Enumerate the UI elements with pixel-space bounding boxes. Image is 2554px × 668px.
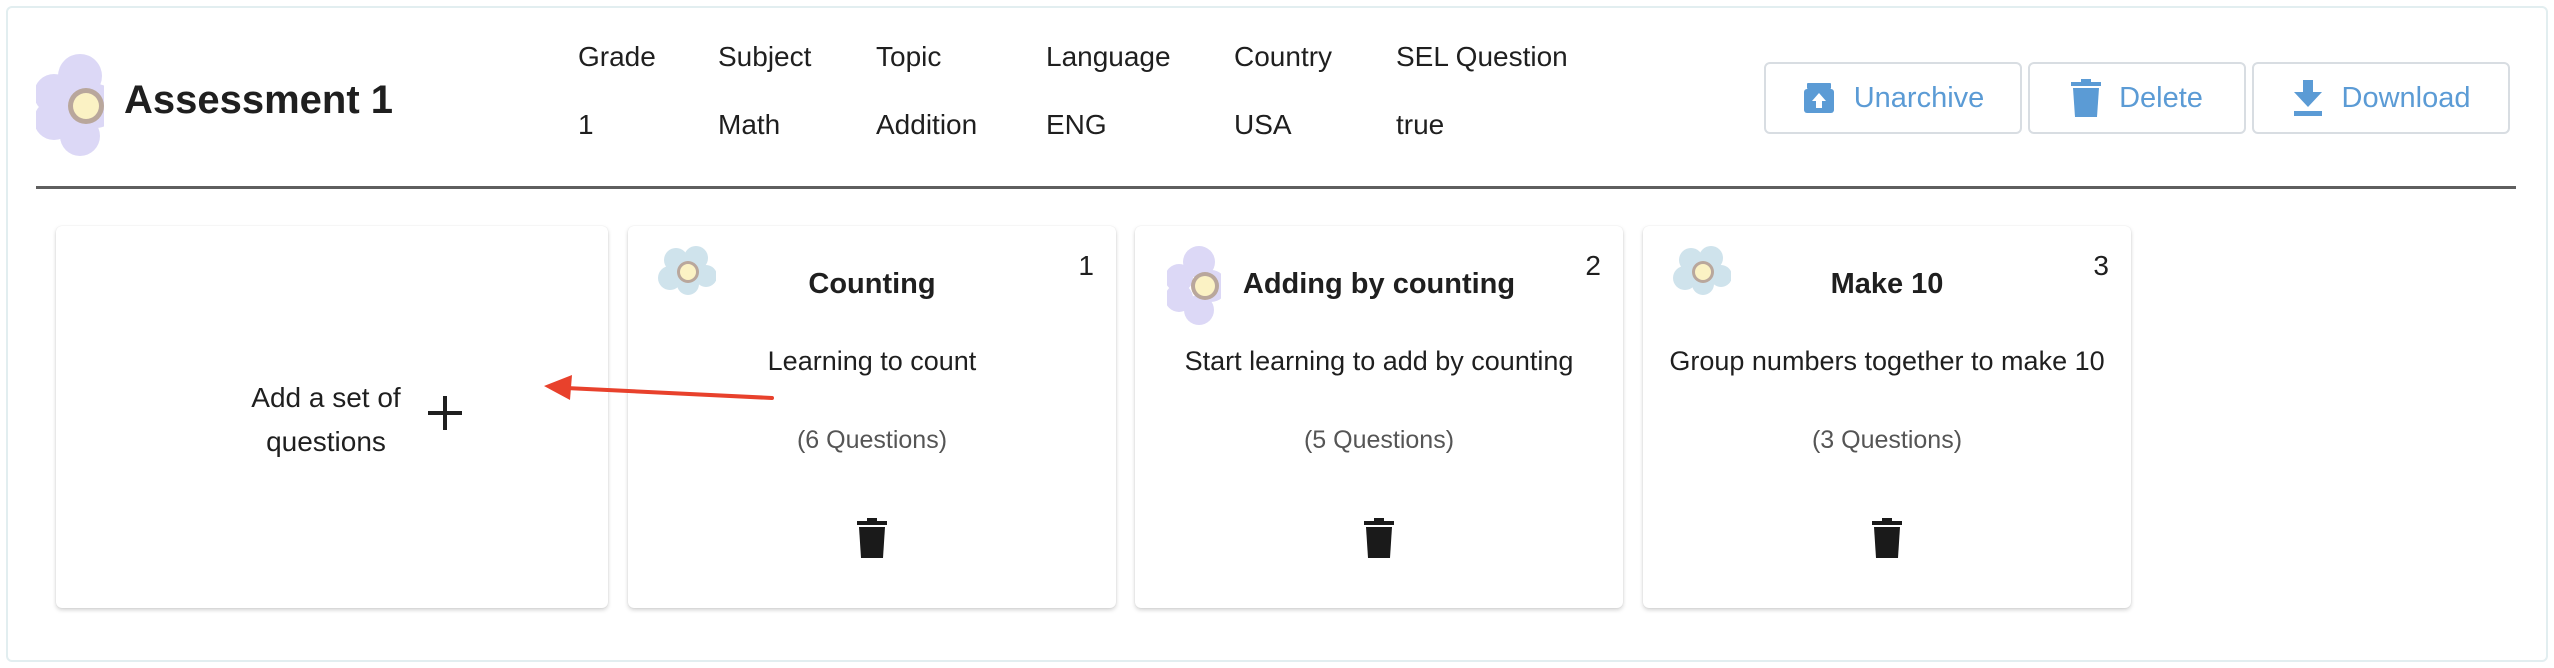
meta-label: SEL Question <box>1396 41 1568 72</box>
meta-label: Topic <box>876 41 942 72</box>
download-label: Download <box>2341 81 2471 114</box>
meta-grade: Grade 1 <box>578 40 656 142</box>
download-icon <box>2293 80 2322 116</box>
unarchive-button[interactable]: Unarchive <box>1764 62 2022 134</box>
add-label-line1: Add a set of <box>251 382 401 413</box>
meta-sel-question: SEL Question true <box>1396 40 1568 142</box>
meta-label: Language <box>1046 41 1171 72</box>
question-set-card[interactable]: 3 Make 10 Group numbers together to make… <box>1643 226 2131 608</box>
set-description: Group numbers together to make 10 <box>1669 346 2105 376</box>
meta-country: Country USA <box>1234 40 1332 142</box>
meta-label: Grade <box>578 41 656 72</box>
assessment-title: Assessment 1 <box>124 78 394 122</box>
meta-value: true <box>1396 109 1445 140</box>
delete-set-trash-icon[interactable] <box>856 518 888 558</box>
set-question-count: (3 Questions) <box>1811 426 1963 454</box>
add-label-line2: questions <box>266 426 386 457</box>
set-title: Make 10 <box>1830 268 1944 300</box>
delete-button[interactable]: Delete <box>2028 62 2246 134</box>
download-button[interactable]: Download <box>2252 62 2510 134</box>
question-set-card[interactable]: 2 Adding by counting Start learning to a… <box>1135 226 1623 608</box>
unarchive-icon <box>1803 83 1834 113</box>
meta-value: Addition <box>876 109 978 140</box>
meta-language: Language ENG <box>1046 40 1171 142</box>
add-question-set-card[interactable]: Add a set of questions <box>56 226 608 608</box>
header-divider <box>36 186 2516 189</box>
meta-label: Subject <box>718 41 812 72</box>
meta-topic: Topic Addition <box>876 40 977 142</box>
meta-value: Math <box>718 109 781 140</box>
meta-value: USA <box>1234 109 1292 140</box>
set-question-count: (6 Questions) <box>796 426 948 454</box>
set-title: Adding by counting <box>1242 268 1516 300</box>
meta-label: Country <box>1234 41 1333 72</box>
set-description: Learning to count <box>767 346 977 376</box>
add-question-set-label: Add a set of questions <box>226 376 506 464</box>
question-set-card[interactable]: 1 Counting Learning to count (6 Question… <box>628 226 1116 608</box>
meta-subject: Subject Math <box>718 40 811 142</box>
set-description: Start learning to add by counting <box>1184 346 1574 376</box>
assessment-logo-icon <box>36 54 108 156</box>
plus-icon[interactable] <box>428 396 462 430</box>
meta-value: 1 <box>578 109 594 140</box>
delete-set-trash-icon[interactable] <box>1871 518 1903 558</box>
set-title: Counting <box>808 268 936 300</box>
unarchive-label: Unarchive <box>1853 81 1985 114</box>
set-question-count: (5 Questions) <box>1303 426 1455 454</box>
delete-set-trash-icon[interactable] <box>1363 518 1395 558</box>
delete-label: Delete <box>2119 81 2203 114</box>
meta-value: ENG <box>1046 109 1107 140</box>
trash-icon <box>2071 79 2102 117</box>
